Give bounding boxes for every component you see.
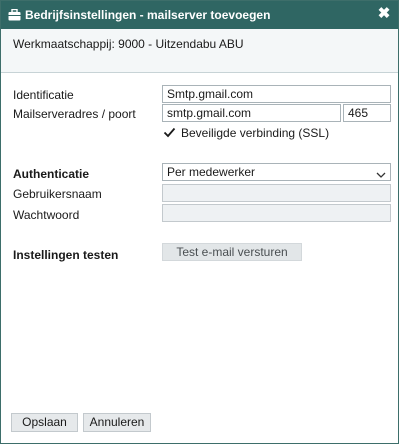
dialog-window: Bedrijfsinstellingen - mailserver toevoe… xyxy=(0,0,399,444)
test-email-button[interactable]: Test e-mail versturen xyxy=(162,243,302,261)
company-header: Werkmaatschappij: 9000 - Uitzendabu ABU xyxy=(1,29,398,73)
ssl-checkbox[interactable] xyxy=(163,126,176,139)
chevron-down-icon xyxy=(376,168,386,178)
authenticatie-select[interactable]: Per medewerker xyxy=(162,163,391,181)
window-title: Bedrijfsinstellingen - mailserver toevoe… xyxy=(25,8,271,22)
authenticatie-label: Authenticatie xyxy=(13,167,90,181)
company-label: Werkmaatschappij: 9000 - Uitzendabu ABU xyxy=(13,37,244,51)
port-input[interactable]: 465 xyxy=(343,104,391,122)
wachtwoord-input[interactable] xyxy=(162,204,391,222)
identificatie-label: Identificatie xyxy=(13,88,74,102)
ssl-label: Beveiligde verbinding (SSL) xyxy=(181,126,330,140)
gebruikersnaam-label: Gebruikersnaam xyxy=(13,187,102,201)
wachtwoord-label: Wachtwoord xyxy=(13,208,80,222)
identificatie-input[interactable]: Smtp.gmail.com xyxy=(162,85,391,103)
title-bar: Bedrijfsinstellingen - mailserver toevoe… xyxy=(1,1,398,29)
authenticatie-value: Per medewerker xyxy=(167,165,256,179)
save-button[interactable]: Opslaan xyxy=(11,413,78,432)
gebruikersnaam-input[interactable] xyxy=(162,184,391,202)
briefcase-icon xyxy=(8,8,21,21)
mailserver-label: Mailserveradres / poort xyxy=(13,107,136,121)
mailserver-input[interactable]: smtp.gmail.com xyxy=(162,104,341,122)
close-icon[interactable]: ✖ xyxy=(377,6,391,22)
test-label: Instellingen testen xyxy=(13,248,119,262)
cancel-button[interactable]: Annuleren xyxy=(83,413,151,432)
